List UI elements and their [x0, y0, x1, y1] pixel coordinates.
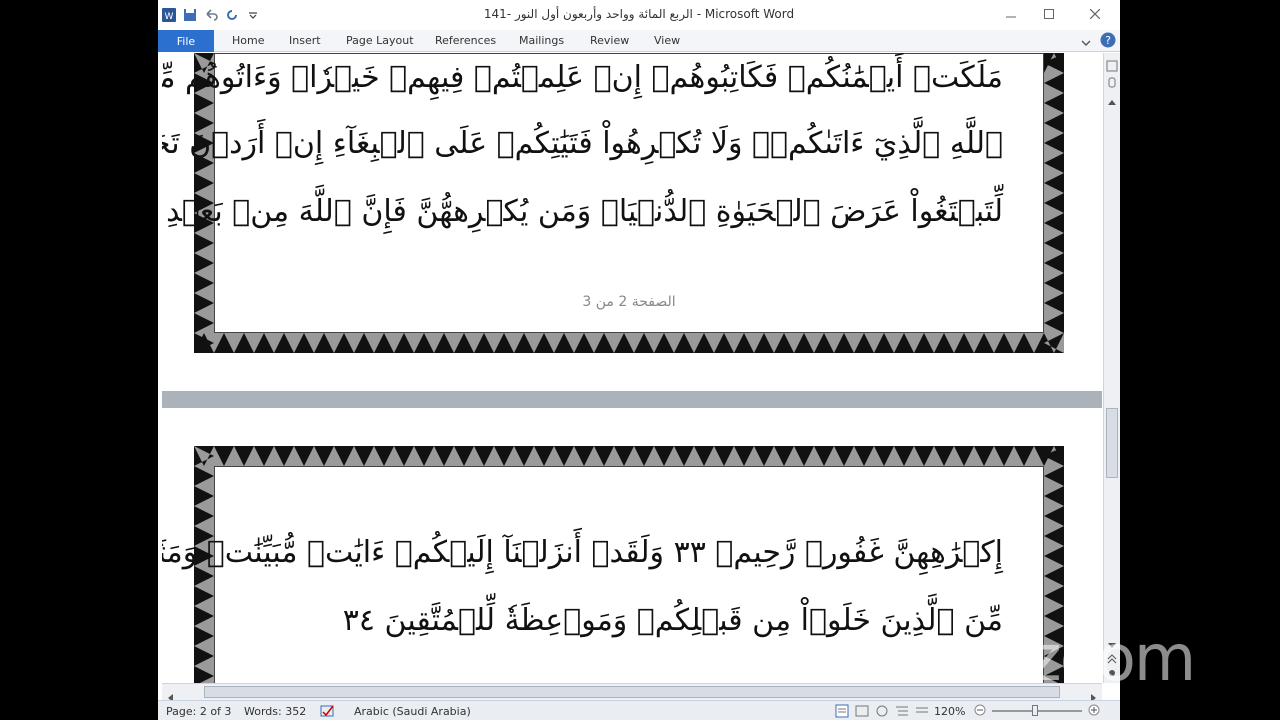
page-text-box: مَلَكَتۡ أَيۡمَٰنُكُمۡ فَكَاتِبُوهُمۡ إِ…: [162, 53, 1044, 333]
verse-line: مِّنَ ٱلَّذِينَ خَلَوۡاْ مِن قَبۡلِكُمۡ …: [342, 603, 1003, 638]
tab-references[interactable]: References: [435, 34, 496, 47]
tab-file[interactable]: File: [158, 30, 214, 52]
zoom-slider-thumb[interactable]: [1032, 705, 1038, 716]
full-screen-view-icon[interactable]: [854, 704, 870, 720]
ribbon-tabs: File Home Insert Page Layout References …: [158, 30, 1120, 52]
document-area[interactable]: مَلَكَتۡ أَيۡمَٰنُكُمۡ فَكَاتِبُوهُمۡ إِ…: [162, 53, 1102, 683]
word-count-status[interactable]: Words: 352: [244, 705, 306, 718]
page-border-frame: إِكۡرَٰهِهِنَّ غَفُورٞ رَّحِيمٞ ٣٣ وَلَق…: [162, 446, 1064, 683]
horizontal-scrollbar[interactable]: [162, 683, 1102, 702]
minimize-button[interactable]: [998, 4, 1024, 24]
tab-page-layout[interactable]: Page Layout: [346, 34, 414, 47]
document-page: مَلَكَتۡ أَيۡمَٰنُكُمۡ فَكَاتِبُوهُمۡ إِ…: [162, 53, 1102, 391]
proofing-icon[interactable]: [320, 704, 336, 720]
status-bar: Page: 2 of 3 Words: 352 Arabic (Saudi Ar…: [158, 700, 1120, 720]
zoom-watermark-logo: zoom: [1028, 622, 1196, 696]
tab-home[interactable]: Home: [232, 34, 264, 47]
draft-view-icon[interactable]: [914, 704, 930, 720]
window-title: الربع المائة وواحد وأربعون أول النور -14…: [483, 7, 795, 21]
tab-review[interactable]: Review: [590, 34, 629, 47]
page-number-footer: الصفحة 2 من 3: [582, 294, 676, 310]
horizontal-scroll-thumb[interactable]: [204, 686, 1060, 698]
page-border-frame: مَلَكَتۡ أَيۡمَٰنُكُمۡ فَكَاتِبُوهُمۡ إِ…: [162, 53, 1064, 353]
verse-line: ٱللَّهِ ٱلَّذِيٓ ءَاتَىٰكُمۡۚ وَلَا تُكۡ…: [162, 126, 1003, 161]
help-icon[interactable]: ?: [1100, 32, 1116, 52]
close-button[interactable]: [1082, 4, 1108, 24]
page-count-status[interactable]: Page: 2 of 3: [166, 705, 231, 718]
verse-line: إِكۡرَٰهِهِنَّ غَفُورٞ رَّحِيمٞ ٣٣ وَلَق…: [162, 535, 1003, 570]
scroll-up-arrow-icon[interactable]: [1107, 91, 1117, 110]
ribbon-collapse-icon[interactable]: [1080, 34, 1092, 53]
zoom-level[interactable]: 120%: [934, 705, 965, 718]
page-text-box: إِكۡرَٰهِهِنَّ غَفُورٞ رَّحِيمٞ ٣٣ وَلَق…: [162, 466, 1044, 683]
tab-mailings[interactable]: Mailings: [519, 34, 564, 47]
language-status[interactable]: Arabic (Saudi Arabia): [354, 705, 471, 718]
outline-view-icon[interactable]: [894, 704, 910, 720]
vertical-scrollbar[interactable]: [1103, 53, 1120, 683]
title-bar: W الربع المائة وواحد وأربعون أول النور -…: [158, 0, 1120, 30]
zoom-in-icon[interactable]: [1088, 704, 1100, 719]
verse-line: لِّتَبۡتَغُواْ عَرَضَ ٱلۡحَيَوٰةِ ٱلدُّن…: [166, 194, 1003, 229]
verse-line: مَلَكَتۡ أَيۡمَٰنُكُمۡ فَكَاتِبُوهُمۡ إِ…: [162, 60, 1003, 95]
print-layout-view-icon[interactable]: [834, 704, 850, 720]
document-page: إِكۡرَٰهِهِنَّ غَفُورٞ رَّحِيمٞ ٣٣ وَلَق…: [162, 408, 1102, 683]
tab-view[interactable]: View: [654, 34, 680, 47]
svg-text:?: ?: [1105, 34, 1111, 47]
hand-icon[interactable]: [1106, 73, 1118, 92]
zoom-out-icon[interactable]: [974, 704, 986, 719]
scroll-thumb[interactable]: [1106, 408, 1118, 478]
tab-insert[interactable]: Insert: [289, 34, 321, 47]
web-layout-view-icon[interactable]: [874, 704, 890, 720]
maximize-button[interactable]: [1036, 4, 1062, 24]
word-window: W الربع المائة وواحد وأربعون أول النور -…: [158, 0, 1120, 720]
